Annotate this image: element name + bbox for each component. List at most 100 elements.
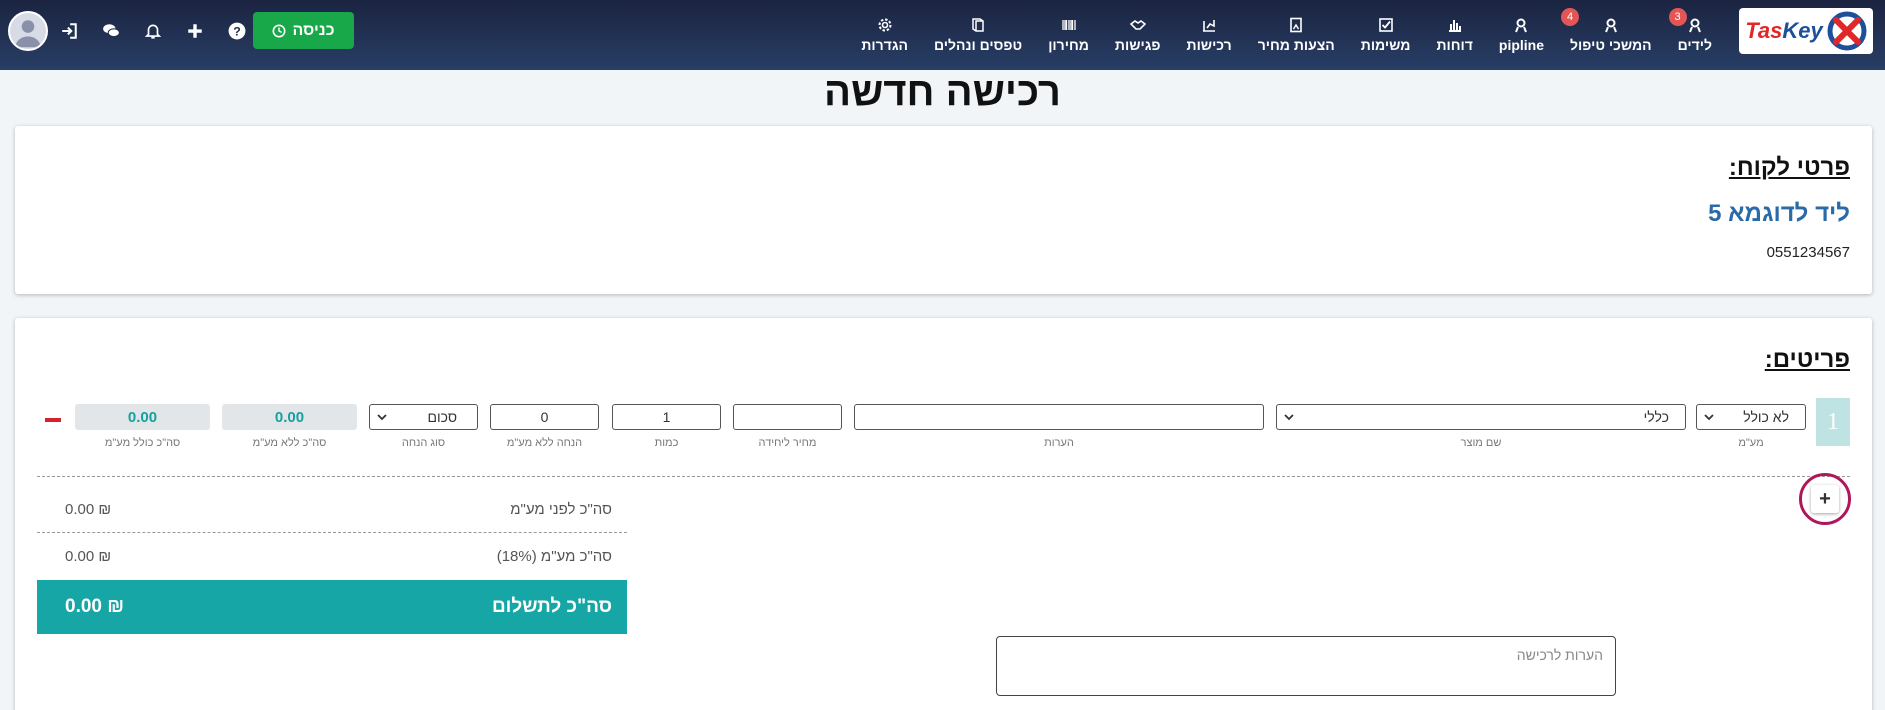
nav-item-reports[interactable]: דוחות	[1423, 0, 1485, 70]
total-without-vat: 0.00	[222, 404, 357, 430]
user-followup-icon	[1604, 18, 1617, 33]
gear-icon	[878, 18, 892, 32]
check-square-icon	[1378, 18, 1393, 32]
top-navbar: TasKey 3 לידים 4 המשכי טיפול pipline דוח…	[0, 0, 1885, 70]
total-value: 0.00 ₪	[65, 596, 125, 617]
nav-label: המשכי טיפול	[1570, 37, 1652, 53]
discount-input[interactable]: 0	[490, 404, 599, 430]
plus-icon: +	[1811, 485, 1839, 513]
nav-item-tasks[interactable]: משימות	[1348, 0, 1424, 70]
chat-icon	[103, 24, 120, 38]
taskey-logo-icon	[1827, 11, 1867, 51]
items-card: פריטים: 1 לא כולל מע"מ כללי שם מוצר הערו…	[15, 318, 1872, 710]
user-avatar[interactable]	[8, 11, 48, 51]
plus-icon	[188, 24, 202, 38]
add-button[interactable]	[174, 11, 216, 51]
items-section-title: פריטים:	[1764, 346, 1850, 373]
nav-item-settings[interactable]: הגדרות	[848, 0, 921, 70]
vat-select[interactable]: לא כולל	[1696, 404, 1806, 430]
summary-total: סה"כ לתשלום 0.00 ₪	[37, 580, 627, 634]
nav-label: דוחות	[1436, 37, 1473, 53]
vat-total-value: 0.00 ₪	[65, 548, 112, 565]
document-icon	[1290, 17, 1303, 33]
chevron-down-icon	[1284, 414, 1294, 421]
nav-label: טפסים ונהלים	[933, 37, 1023, 53]
before-vat-value: 0.00 ₪	[65, 500, 112, 518]
help-button[interactable]: ?	[216, 11, 258, 51]
row-divider	[37, 476, 1850, 477]
purchase-chart-icon	[1203, 20, 1216, 32]
nav-label: הצעות מחיר	[1257, 37, 1335, 53]
nav-item-leads[interactable]: 3 לידים	[1665, 0, 1725, 70]
customer-name[interactable]: ליד לדוגמא 5	[1708, 200, 1850, 228]
discount-label: הנחה ללא מע"מ	[506, 437, 583, 449]
discount-type-value: סכום	[427, 409, 457, 425]
customer-section-title: פרטי לקוח:	[1728, 154, 1850, 181]
bell-icon	[144, 24, 162, 39]
nav-item-quotes[interactable]: הצעות מחיר	[1245, 0, 1348, 70]
total-with-vat: 0.00	[75, 404, 210, 430]
row-number: 1	[1816, 398, 1850, 446]
summary-before-vat: סה"כ לפני מע"מ 0.00 ₪	[37, 486, 627, 533]
nav-item-meetings[interactable]: פגישות	[1102, 0, 1174, 70]
nav-label: מחירון	[1048, 37, 1089, 53]
product-label: שם מוצר	[1460, 437, 1502, 449]
customer-details-card: פרטי לקוח: ליד לדוגמא 5 0551234567	[15, 126, 1872, 294]
quantity-input[interactable]: 1	[612, 404, 721, 430]
remove-row-button[interactable]	[45, 418, 61, 422]
nav-label: רכישות	[1186, 37, 1232, 53]
chat-button[interactable]	[90, 11, 132, 51]
nav-item-followups[interactable]: 4 המשכי טיפול	[1557, 0, 1665, 70]
chevron-down-icon	[377, 414, 387, 421]
nav-item-forms[interactable]: טפסים ונהלים	[921, 0, 1035, 70]
svg-text:?: ?	[233, 25, 241, 39]
before-vat-label: סה"כ לפני מע"מ	[510, 500, 612, 518]
sign-in-icon	[62, 23, 77, 39]
avatar-icon	[15, 20, 41, 48]
nav-item-purchases[interactable]: רכישות	[1174, 0, 1245, 70]
notifications-button[interactable]	[132, 11, 174, 51]
vat-select-value: לא כולל	[1743, 409, 1789, 425]
vat-label: מע"מ	[1738, 437, 1764, 449]
clock-icon	[272, 24, 286, 37]
total-without-vat-label: סה"כ ללא מע"מ	[252, 437, 327, 449]
nav-item-pricelist[interactable]: מחירון	[1035, 0, 1102, 70]
notes-label: הערות	[1044, 437, 1074, 449]
help-icon: ?	[228, 22, 246, 40]
nav-item-pipeline[interactable]: pipline	[1486, 0, 1557, 70]
nav-label: הגדרות	[861, 37, 908, 53]
enter-clock-button[interactable]: כניסה	[253, 12, 354, 49]
nav-label: משימות	[1360, 37, 1411, 53]
user-lead-icon	[1688, 18, 1701, 33]
unit-price-label: מחיר ליחידה	[758, 437, 817, 449]
add-row-button[interactable]: +	[1799, 473, 1851, 525]
customer-phone: 0551234567	[1766, 244, 1850, 261]
barcode-icon	[1061, 20, 1076, 30]
nav-label: pipline	[1498, 37, 1545, 53]
chevron-down-icon	[1704, 414, 1714, 421]
handshake-icon	[1129, 20, 1146, 30]
nav-label: לידים	[1677, 37, 1712, 53]
enter-label: כניסה	[292, 21, 335, 39]
purchase-notes-textarea[interactable]: הערות לרכישה	[996, 636, 1616, 696]
total-with-vat-label: סה"כ כולל מע"מ	[104, 437, 181, 449]
user-tools: ?	[8, 10, 258, 52]
pipeline-icon	[1515, 18, 1528, 33]
item-notes-input[interactable]	[854, 404, 1264, 430]
total-label: סה"כ לתשלום	[491, 596, 612, 617]
discount-type-select[interactable]: סכום	[369, 404, 478, 430]
summary-vat: סה"כ מע"מ (18%) 0.00 ₪	[37, 533, 627, 580]
leads-badge: 3	[1668, 8, 1687, 26]
page-title: רכישה חדשה	[824, 70, 1061, 114]
vat-total-label: סה"כ מע"מ (18%)	[496, 548, 612, 565]
taskey-logo[interactable]: TasKey	[1739, 8, 1873, 54]
unit-price-input[interactable]	[733, 404, 842, 430]
product-select-value: כללי	[1643, 409, 1669, 425]
followups-badge: 4	[1561, 8, 1580, 26]
main-nav: 3 לידים 4 המשכי טיפול pipline דוחות משימ…	[848, 0, 1725, 70]
product-select[interactable]: כללי	[1276, 404, 1686, 430]
quantity-label: כמות	[654, 437, 679, 449]
bar-chart-icon	[1448, 20, 1461, 32]
login-button[interactable]	[48, 11, 90, 51]
discount-type-label: סוג הנחה	[401, 437, 446, 449]
